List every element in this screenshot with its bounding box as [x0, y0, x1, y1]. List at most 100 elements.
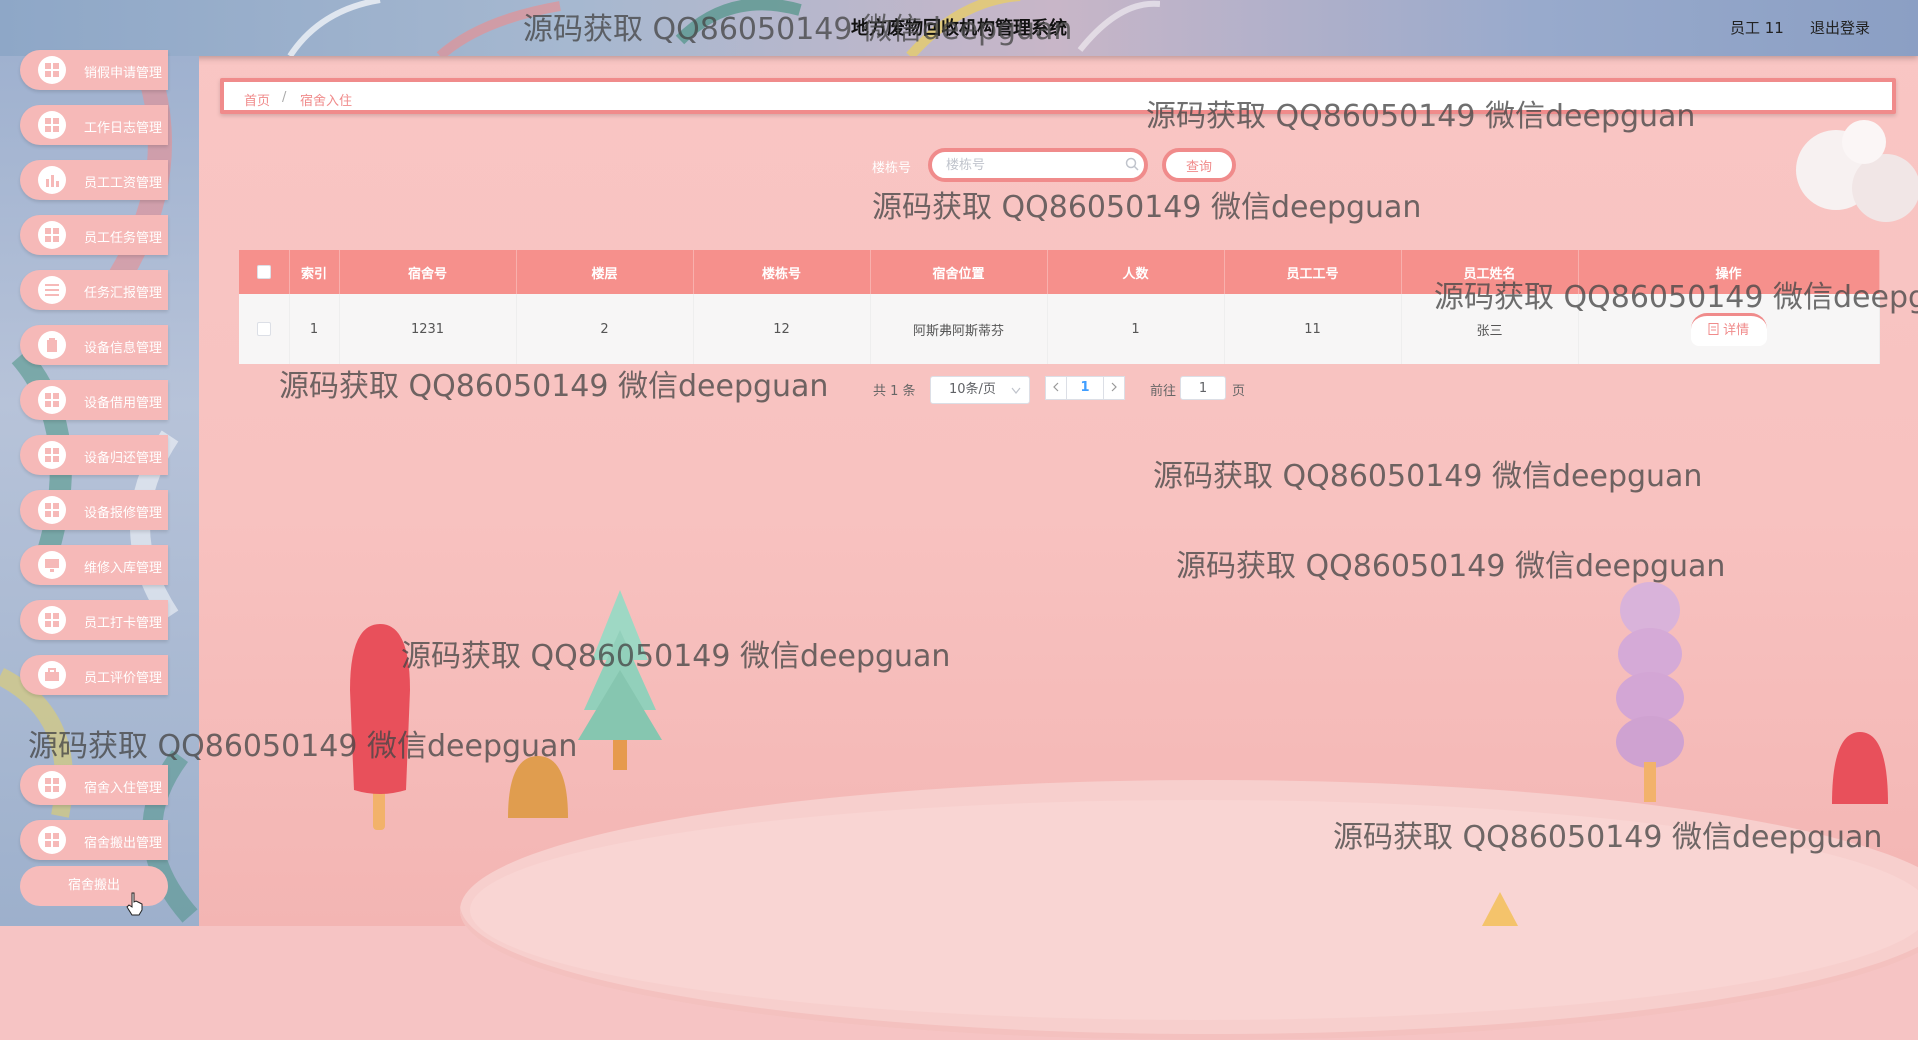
cone-yellow-illustration [1482, 892, 1518, 926]
sidebar-item-equipment-borrow[interactable]: 设备借用管理 [20, 380, 168, 420]
logout-button[interactable]: 退出登录 [1810, 17, 1870, 38]
sidebar-item-equipment-repair[interactable]: 设备报修管理 [20, 490, 168, 530]
pagination-total: 共 1 条 [873, 384, 916, 399]
detail-button[interactable]: 详情 [1690, 312, 1767, 346]
monitor-icon [38, 551, 66, 579]
watermark-text: 源码获取 QQ86050149 微信deepguan [1176, 549, 1726, 584]
cell-location: 阿斯弗阿斯蒂芬 [870, 294, 1048, 364]
query-button[interactable]: 查询 [1162, 148, 1236, 182]
search-icon [1125, 157, 1139, 171]
select-all-checkbox[interactable] [256, 265, 271, 279]
watermark-text: 源码获取 QQ86050149 微信deepguan [1153, 459, 1703, 494]
cell-count: 1 [1047, 294, 1225, 364]
sidebar-item-dorm-checkin[interactable]: 宿舍入住管理 [20, 765, 168, 805]
sidebar-item-label: 宿舍入住管理 [84, 781, 163, 796]
goto-page-input[interactable] [1180, 376, 1226, 400]
cell-index: 1 [289, 294, 340, 364]
breadcrumb-current: 宿舍入住 [300, 94, 353, 109]
watermark-text: 源码获取 QQ86050149 微信deepguan [1333, 820, 1883, 855]
column-header: 索引 [289, 250, 340, 294]
sidebar-item-label: 设备借用管理 [84, 396, 163, 411]
clipboard-icon [38, 331, 66, 359]
column-header: 员工工号 [1224, 250, 1402, 294]
grid-icon [38, 441, 66, 469]
sidebar-item-label: 设备信息管理 [84, 341, 163, 356]
column-header: 宿舍位置 [870, 250, 1048, 294]
column-header: 人数 [1047, 250, 1225, 294]
breadcrumb-separator: / [282, 90, 287, 105]
column-header: 楼栋号 [693, 250, 871, 294]
grid-icon [38, 606, 66, 634]
watermark-text: 源码获取 QQ86050149 微信deepguan [872, 190, 1422, 225]
dome-red-illustration [1832, 732, 1888, 804]
sidebar-item-evaluation[interactable]: 员工评价管理 [20, 655, 168, 695]
page-size-select[interactable]: 10条/页 [930, 376, 1030, 404]
cell-dorm-no: 1231 [339, 294, 517, 364]
tree-green-illustration [578, 590, 662, 770]
cell-emp-id: 11 [1224, 294, 1402, 364]
sidebar-item-dorm-checkout[interactable]: 宿舍搬出管理 [20, 820, 168, 860]
grid-icon [38, 826, 66, 854]
watermark-text: 源码获取 QQ86050149 微信deepguan [279, 369, 829, 404]
detail-button-label: 详情 [1723, 322, 1750, 338]
grid-icon [38, 56, 66, 84]
grid-icon [38, 221, 66, 249]
sidebar-item-label: 员工任务管理 [84, 231, 163, 246]
sidebar-item-label: 员工打卡管理 [84, 616, 163, 631]
grid-icon [38, 386, 66, 414]
goto-prefix: 前往 [1150, 384, 1177, 399]
search-label: 楼栋号 [872, 161, 912, 176]
sidebar-item-equipment-info[interactable]: 设备信息管理 [20, 325, 168, 365]
page-number-current[interactable]: 1 [1067, 376, 1103, 400]
sidebar-item-label: 宿舍搬出管理 [84, 836, 163, 851]
breadcrumb-home[interactable]: 首页 [244, 90, 270, 109]
sidebar-item-label: 员工评价管理 [84, 671, 163, 686]
list-icon [38, 276, 66, 304]
goto-suffix: 页 [1232, 384, 1246, 399]
chevron-right-icon [1111, 382, 1117, 392]
watermark-text: 源码获取 QQ86050149 微信deepguan [1146, 99, 1696, 134]
briefcase-icon [38, 661, 66, 689]
sidebar-item-repair-storage[interactable]: 维修入库管理 [20, 545, 168, 585]
balls-white-illustration [1796, 120, 1918, 222]
sidebar-item-task-report[interactable]: 任务汇报管理 [20, 270, 168, 310]
bar-chart-icon [38, 166, 66, 194]
sidebar-item-leave-cancel[interactable]: 销假申请管理 [20, 50, 168, 90]
sidebar-item-label: 设备归还管理 [84, 451, 163, 466]
grid-icon [38, 771, 66, 799]
prev-page-button[interactable] [1045, 376, 1067, 400]
sidebar-item-label: 任务汇报管理 [84, 286, 163, 301]
user-label: 员工 11 [1730, 19, 1784, 37]
sidebar-item-tasks[interactable]: 员工任务管理 [20, 215, 168, 255]
watermark-text: 源码获取 QQ86050149 微信deepguan [401, 639, 951, 674]
sidebar-item-work-log[interactable]: 工作日志管理 [20, 105, 168, 145]
document-icon [1708, 322, 1719, 335]
grid-icon [38, 111, 66, 139]
row-select-cell [239, 294, 290, 364]
sidebar-item-clock-in[interactable]: 员工打卡管理 [20, 600, 168, 640]
sidebar-item-label: 工作日志管理 [84, 121, 163, 136]
sidebar-item-equipment-return[interactable]: 设备归还管理 [20, 435, 168, 475]
sidebar-item-label: 设备报修管理 [84, 506, 163, 521]
building-search-input[interactable] [928, 148, 1148, 182]
stack-purple-illustration [1616, 582, 1684, 802]
watermark-text: 源码获取 QQ86050149 微信deepguan [1434, 280, 1918, 315]
watermark-text: 源码获取 QQ86050149 微信deepguan [28, 729, 578, 764]
column-header: 楼层 [516, 250, 694, 294]
pointer-cursor-icon [126, 892, 143, 916]
watermark-text: 源码获取 QQ86050149 微信deepguan [523, 12, 1073, 47]
sidebar-item-label: 销假申请管理 [84, 66, 163, 81]
submenu-item-dorm-checkout[interactable]: 宿舍搬出 [20, 866, 168, 906]
page-size-value: 10条/页 [949, 382, 996, 397]
sidebar-item-salary[interactable]: 员工工资管理 [20, 160, 168, 200]
chevron-down-icon [1011, 387, 1021, 394]
cell-floor: 2 [516, 294, 694, 364]
select-all-cell [239, 250, 290, 294]
sidebar-item-label: 维修入库管理 [84, 561, 163, 576]
row-checkbox[interactable] [256, 322, 271, 336]
next-page-button[interactable] [1103, 376, 1125, 400]
grid-icon [38, 496, 66, 524]
sidebar-item-label: 员工工资管理 [84, 176, 163, 191]
column-header: 宿舍号 [339, 250, 517, 294]
cell-building: 12 [693, 294, 871, 364]
